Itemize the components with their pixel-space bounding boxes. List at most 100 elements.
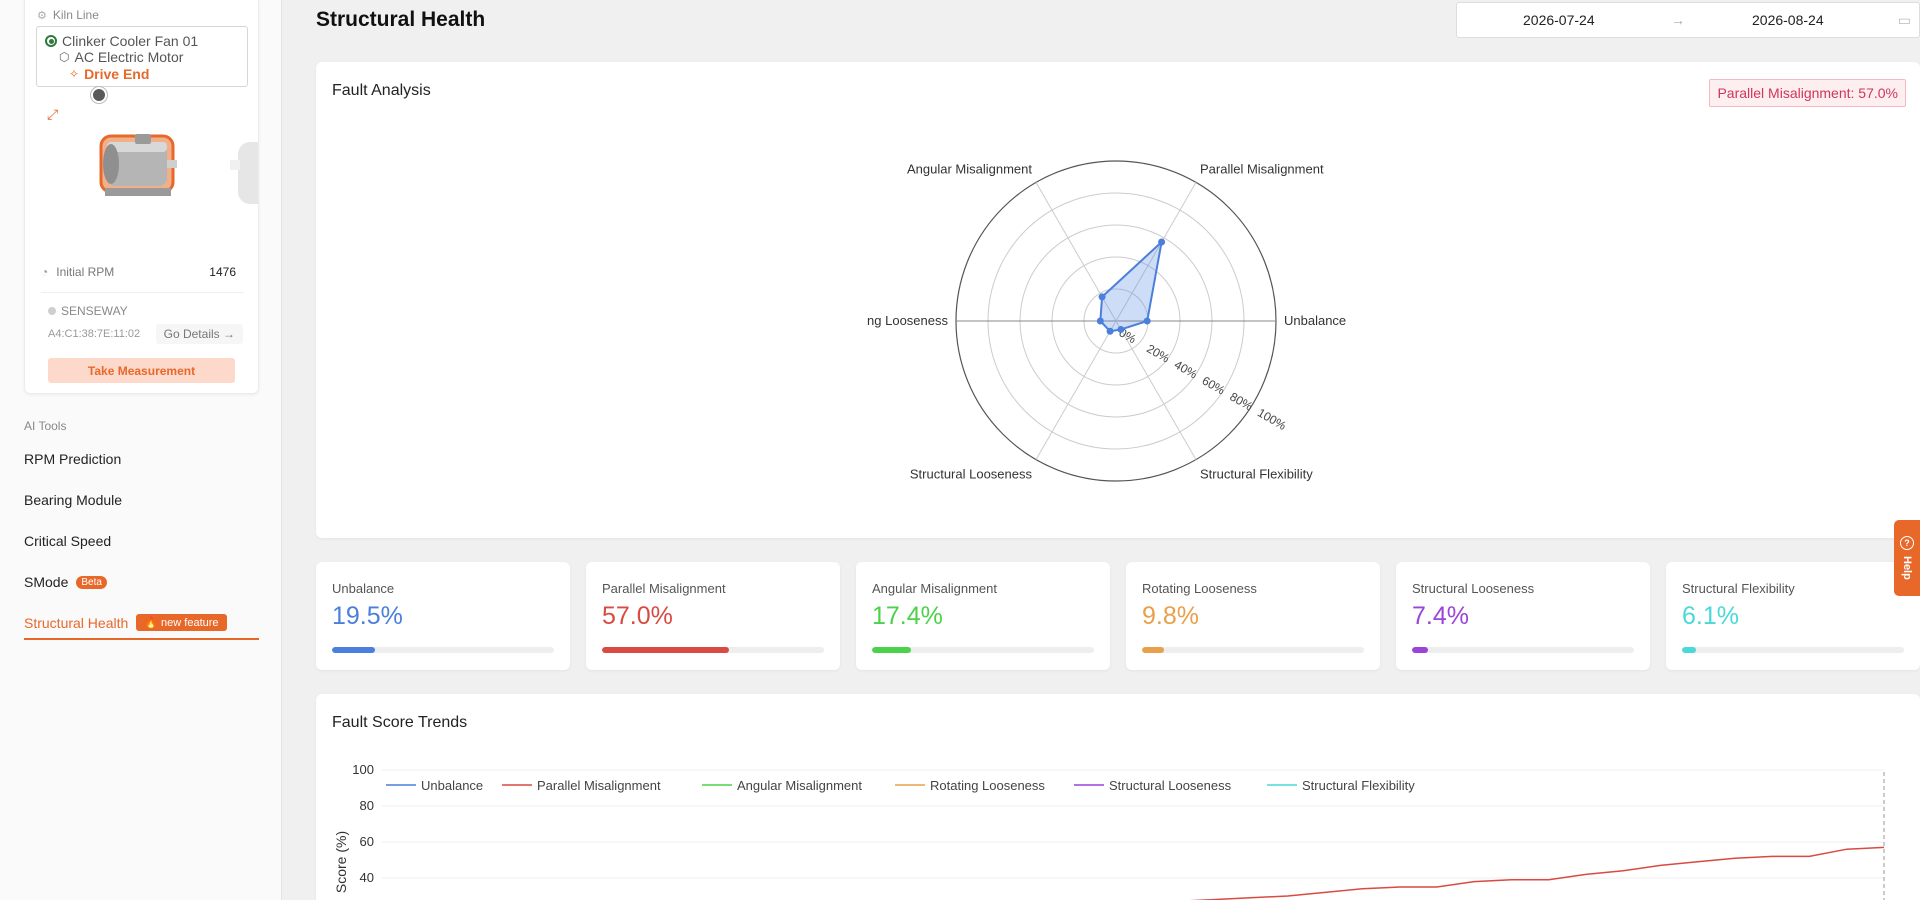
legend-label: Angular Misalignment bbox=[737, 778, 862, 793]
radar-axis-label: Structural Flexibility bbox=[1200, 466, 1313, 481]
new-feature-label: new feature bbox=[161, 617, 219, 629]
sensor-name: SENSEWAY bbox=[61, 304, 128, 318]
fault-trends-panel: Fault Score Trends 100 80 60 40 Score (%) Unb… bbox=[316, 694, 1920, 900]
sensor-pin-icon[interactable] bbox=[91, 87, 107, 103]
metric-value: 7.4% bbox=[1412, 602, 1469, 630]
metric-value: 17.4% bbox=[872, 602, 943, 630]
gauge-icon: ◔ bbox=[41, 265, 49, 279]
nav-active-indicator bbox=[24, 638, 259, 640]
radar-point bbox=[1158, 238, 1166, 246]
radar-axis-label: ng Looseness bbox=[867, 313, 948, 328]
sensor-row: SENSEWAY bbox=[48, 304, 128, 318]
trend-y-tick: 80 bbox=[360, 798, 374, 813]
kiln-icon: ⚙ bbox=[37, 9, 47, 22]
nav-structural-health[interactable]: Structural Health 🔥 new feature bbox=[24, 614, 227, 631]
date-start[interactable]: 2026-07-24 bbox=[1523, 12, 1595, 28]
divider bbox=[41, 292, 244, 293]
metric-progress-track bbox=[1142, 647, 1364, 653]
radar-point bbox=[1117, 325, 1125, 333]
motor-thumbnail[interactable] bbox=[230, 138, 259, 208]
legend-label: Unbalance bbox=[421, 778, 483, 793]
radar-point bbox=[1143, 317, 1151, 325]
radar-axis-label: Structural Looseness bbox=[910, 466, 1033, 481]
legend-label: Structural Looseness bbox=[1109, 778, 1232, 793]
metric-name: Angular Misalignment bbox=[872, 581, 998, 596]
metric-value: 19.5% bbox=[332, 602, 403, 630]
trend-chart: 100 80 60 40 Score (%) Unbalance Parallel Misa… bbox=[333, 762, 1885, 900]
metric-value: 9.8% bbox=[1142, 602, 1199, 630]
radar-point bbox=[1106, 327, 1114, 335]
go-details-button[interactable]: Go Details → bbox=[155, 324, 243, 344]
metric-card: Structural Looseness 7.4% bbox=[1396, 562, 1650, 670]
trend-y-label: Score (%) bbox=[333, 831, 349, 893]
asset-card: ⚙ Kiln Line Clinker Cooler Fan 01 ⬡ AC E… bbox=[24, 0, 259, 394]
nav-label: RPM Prediction bbox=[24, 451, 122, 467]
cube-icon: ⬡ bbox=[59, 50, 70, 64]
metric-name: Rotating Looseness bbox=[1142, 581, 1257, 596]
nav-label: SMode bbox=[24, 574, 69, 590]
radar-point bbox=[1096, 317, 1104, 325]
date-range-picker[interactable]: 2026-07-24 → 2026-08-24 ▭ bbox=[1456, 2, 1920, 38]
metric-card: Angular Misalignment 17.4% bbox=[856, 562, 1110, 670]
point-label: Drive End bbox=[84, 66, 150, 82]
radar-axis-label: Angular Misalignment bbox=[907, 162, 1032, 177]
metric-card: Structural Flexibility 6.1% bbox=[1666, 562, 1920, 670]
beta-badge: Beta bbox=[76, 575, 107, 589]
metric-progress-fill bbox=[332, 647, 376, 653]
radar-chart: Unbalance Parallel Misalignment Angular Mi… bbox=[867, 160, 1346, 482]
sensor-status-icon bbox=[48, 307, 56, 315]
help-button[interactable]: ? Help bbox=[1894, 520, 1920, 596]
kiln-line[interactable]: ⚙ Kiln Line bbox=[37, 8, 99, 22]
metric-progress-fill bbox=[872, 647, 911, 653]
nav-critical-speed[interactable]: Critical Speed bbox=[24, 533, 111, 549]
arrow-right-icon: → bbox=[1671, 12, 1685, 28]
calendar-icon[interactable]: ▭ bbox=[1898, 12, 1911, 29]
rpm-row: ◔ Initial RPM 1476 bbox=[41, 260, 244, 284]
nav-bearing-module[interactable]: Bearing Module bbox=[24, 492, 122, 508]
nav-rpm-prediction[interactable]: RPM Prediction bbox=[24, 451, 121, 467]
metric-name: Structural Flexibility bbox=[1682, 581, 1795, 596]
metric-progress-fill bbox=[602, 647, 729, 653]
metric-progress-track bbox=[1412, 647, 1634, 653]
legend-label: Structural Flexibility bbox=[1302, 778, 1415, 793]
nav-label: Critical Speed bbox=[24, 533, 112, 549]
trend-series-line bbox=[1189, 846, 1885, 900]
tree-component[interactable]: ⬡ AC Electric Motor bbox=[59, 49, 183, 65]
metric-progress-fill bbox=[1412, 647, 1429, 653]
arrow-right-icon: → bbox=[223, 327, 235, 341]
metric-value: 57.0% bbox=[602, 602, 673, 630]
radar-tick-label: 40% bbox=[1172, 357, 1200, 381]
radar-tick-label: 80% bbox=[1227, 389, 1255, 413]
help-label: Help bbox=[1901, 556, 1913, 580]
metric-name: Structural Looseness bbox=[1412, 581, 1535, 596]
radar-tick-label: 20% bbox=[1144, 341, 1172, 365]
trend-y-tick: 40 bbox=[360, 870, 374, 885]
fire-icon: 🔥 bbox=[144, 617, 162, 629]
tree-point[interactable]: ✧ Drive End bbox=[69, 66, 149, 82]
trend-y-tick: 60 bbox=[360, 834, 374, 849]
fault-analysis-panel: Fault Analysis Parallel Misalignment: 57… bbox=[316, 62, 1920, 538]
go-details-label: Go Details bbox=[163, 327, 220, 341]
take-measurement-button[interactable]: Take Measurement bbox=[48, 358, 235, 383]
kiln-line-label: Kiln Line bbox=[52, 8, 99, 22]
sparkle-icon: ✧ bbox=[69, 67, 80, 81]
radar-tick-label: 100% bbox=[1255, 405, 1289, 433]
nav-smode[interactable]: SMode Beta bbox=[24, 574, 107, 590]
page-title: Structural Health bbox=[316, 8, 486, 31]
radar-axis-label: Parallel Misalignment bbox=[1200, 162, 1324, 177]
metric-value: 6.1% bbox=[1682, 602, 1739, 630]
motor-image[interactable] bbox=[95, 126, 185, 204]
metric-progress-fill bbox=[1682, 647, 1696, 653]
metric-progress-track bbox=[602, 647, 824, 653]
radar-area bbox=[1099, 239, 1164, 333]
metric-card: Rotating Looseness 9.8% bbox=[1126, 562, 1380, 670]
help-icon: ? bbox=[1900, 536, 1914, 551]
sensor-mac-row: A4:C1:38:7E:11:02 Go Details → bbox=[48, 324, 243, 344]
expand-icon[interactable]: ⤢ bbox=[47, 106, 58, 123]
radar-axis-label: Unbalance bbox=[1284, 313, 1346, 328]
metric-card: Unbalance 19.5% bbox=[316, 562, 570, 670]
sensor-mac: A4:C1:38:7E:11:02 bbox=[48, 328, 141, 340]
metric-card: Parallel Misalignment 57.0% bbox=[586, 562, 840, 670]
date-end[interactable]: 2026-08-24 bbox=[1752, 12, 1824, 28]
tree-equipment[interactable]: Clinker Cooler Fan 01 bbox=[45, 33, 198, 49]
